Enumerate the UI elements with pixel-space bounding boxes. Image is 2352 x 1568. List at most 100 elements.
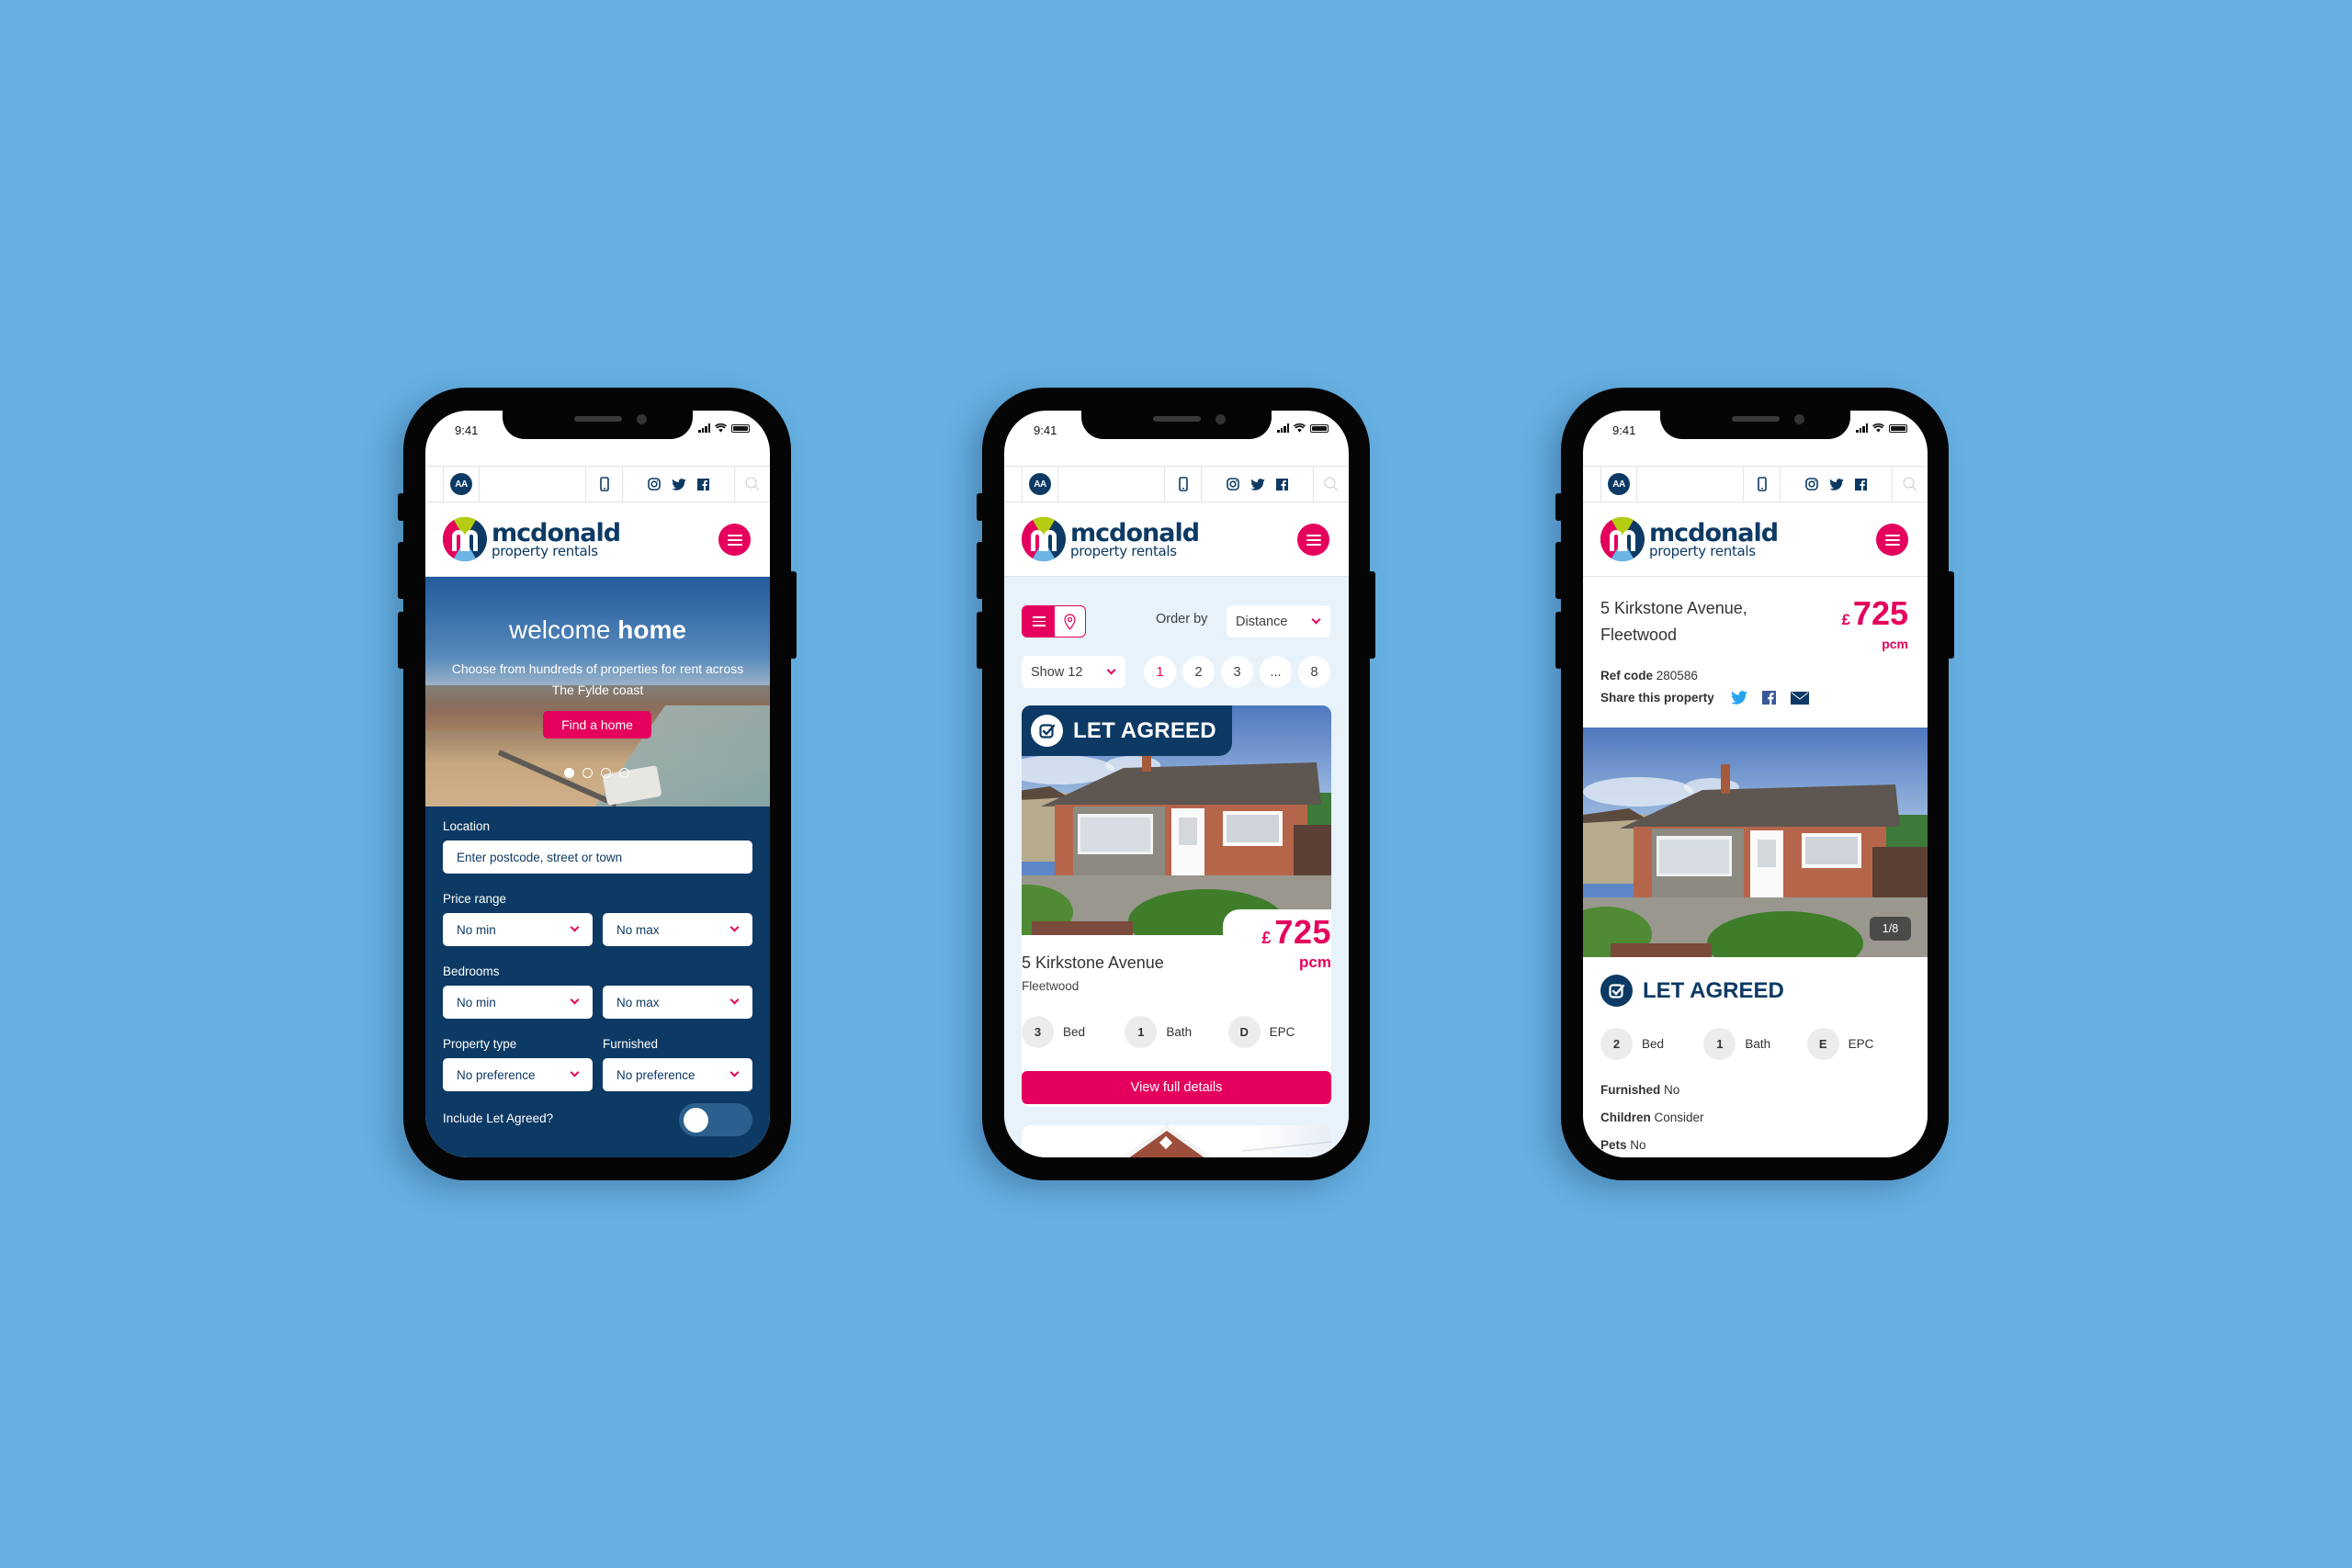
call-button[interactable] [1744, 467, 1781, 502]
twitter-icon[interactable] [1250, 478, 1265, 491]
page-button[interactable]: 3 [1221, 656, 1253, 688]
price-tab: £725 pcm [1223, 909, 1331, 1001]
call-button[interactable] [586, 467, 623, 502]
carousel-dot[interactable] [582, 768, 593, 778]
menu-button[interactable] [1876, 524, 1908, 556]
property-card[interactable] [1022, 1125, 1331, 1157]
text-size-button[interactable]: AA [1022, 467, 1058, 502]
property-type-select[interactable]: No preference [443, 1058, 593, 1091]
share-twitter-button[interactable] [1730, 691, 1747, 705]
hamburger-menu-icon [727, 534, 742, 536]
page-button[interactable]: 8 [1298, 656, 1330, 688]
logo[interactable]: mcdonald property rentals [442, 516, 621, 562]
text-size-icon: AA [1608, 473, 1630, 495]
order-by-select[interactable]: Distance [1227, 605, 1330, 637]
property-title[interactable]: 5 Kirkstone Avenue [1022, 953, 1164, 973]
chevron-down-icon [729, 1067, 740, 1077]
instagram-icon[interactable] [648, 478, 661, 491]
map-pin-icon [1064, 613, 1076, 630]
page-button[interactable]: 2 [1182, 656, 1215, 688]
volume-down-button [398, 612, 405, 669]
menu-button[interactable] [1297, 524, 1329, 556]
results-per-page-select[interactable]: Show 12 [1022, 656, 1125, 688]
photo-counter: 1/8 [1870, 917, 1911, 941]
screen: 9:41 AA [1583, 411, 1928, 1157]
wifi-icon [715, 423, 727, 433]
logo[interactable]: mcdonald property rentals [1600, 516, 1779, 562]
price-period: pcm [1299, 953, 1331, 971]
utility-toolbar: AA [1004, 466, 1349, 502]
include-let-agreed-toggle[interactable] [679, 1103, 752, 1136]
property-stats: 2 Bed 1 Bath E EPC [1600, 1028, 1910, 1060]
text-size-button[interactable]: AA [443, 467, 480, 502]
property-title: 5 Kirkstone Avenue, Fleetwood [1600, 599, 1747, 644]
feature-pets: Pets No [1600, 1138, 1646, 1152]
call-button[interactable] [1165, 467, 1202, 502]
bedrooms-max-select[interactable]: No max [603, 986, 752, 1019]
carousel-dot[interactable] [601, 768, 611, 778]
stat-bathrooms: 1 Bath [1125, 1016, 1227, 1048]
twitter-icon [1730, 691, 1747, 705]
site-header: mcdonald property rentals [1583, 502, 1928, 577]
list-view-button[interactable] [1023, 606, 1055, 637]
facebook-icon[interactable] [697, 478, 709, 491]
share-bar: Share this property [1600, 691, 1824, 705]
carousel-dot[interactable] [564, 768, 574, 778]
find-a-home-button[interactable]: Find a home [543, 711, 651, 739]
furnished-select[interactable]: No preference [603, 1058, 752, 1091]
price-max-select[interactable]: No max [603, 913, 752, 946]
status-time: 9:41 [1612, 423, 1636, 437]
view-mode-toggle [1022, 605, 1086, 637]
battery-icon [731, 423, 750, 433]
chevron-down-icon [729, 922, 740, 932]
carousel-dots [564, 768, 629, 778]
twitter-icon[interactable] [672, 478, 686, 491]
property-type-label: Property type [443, 1037, 517, 1051]
logo[interactable]: mcdonald property rentals [1021, 516, 1200, 562]
screen: 9:41 AA [1004, 411, 1349, 1157]
bedrooms-min-select[interactable]: No min [443, 986, 593, 1019]
search-icon [1324, 477, 1339, 491]
chevron-down-icon [729, 995, 740, 1005]
text-size-button[interactable]: AA [1600, 467, 1637, 502]
share-label: Share this property [1600, 691, 1714, 705]
price-min-select[interactable]: No min [443, 913, 593, 946]
chevron-down-icon [1106, 665, 1116, 674]
ref-code: Ref code 280586 [1600, 669, 1698, 682]
search-button[interactable] [735, 467, 770, 502]
stat-epc: E EPC [1806, 1028, 1910, 1060]
share-facebook-button[interactable] [1761, 691, 1776, 705]
search-button[interactable] [1314, 467, 1349, 502]
instagram-icon[interactable] [1805, 478, 1818, 491]
logo-mark-icon [442, 516, 487, 562]
checkbox-check-icon [1600, 975, 1633, 1007]
battery-icon [1310, 423, 1329, 433]
search-button[interactable] [1893, 467, 1928, 502]
email-icon [1790, 691, 1809, 705]
facebook-icon[interactable] [1276, 478, 1288, 491]
furnished-label: Furnished [603, 1037, 659, 1051]
property-stats: 3 Bed 1 Bath D EPC [1022, 1016, 1331, 1048]
instagram-icon[interactable] [1227, 478, 1239, 491]
let-agreed-status: LET AGREED [1600, 975, 1784, 1007]
location-input[interactable]: Enter postcode, street or town [443, 840, 752, 874]
toggle-knob [684, 1108, 708, 1133]
utility-toolbar: AA [425, 466, 770, 502]
share-email-button[interactable] [1790, 691, 1809, 705]
facebook-icon[interactable] [1855, 478, 1867, 491]
twitter-icon[interactable] [1829, 478, 1844, 491]
menu-button[interactable] [718, 524, 751, 556]
map-view-button[interactable] [1055, 606, 1085, 637]
stat-bathrooms: 1 Bath [1703, 1028, 1806, 1060]
order-by-label: Order by [1156, 612, 1208, 626]
logo-wordmark: mcdonald [1070, 518, 1200, 547]
bedrooms-label: Bedrooms [443, 964, 500, 978]
property-photo-gallery[interactable]: 1/8 [1583, 728, 1928, 957]
location-label: Location [443, 819, 491, 833]
view-full-details-button[interactable]: View full details [1022, 1071, 1331, 1104]
carousel-dot[interactable] [619, 768, 629, 778]
site-header: mcdonald property rentals [425, 502, 770, 577]
volume-up-button [398, 542, 405, 599]
battery-icon [1889, 423, 1907, 433]
page-button[interactable]: 1 [1144, 656, 1176, 688]
